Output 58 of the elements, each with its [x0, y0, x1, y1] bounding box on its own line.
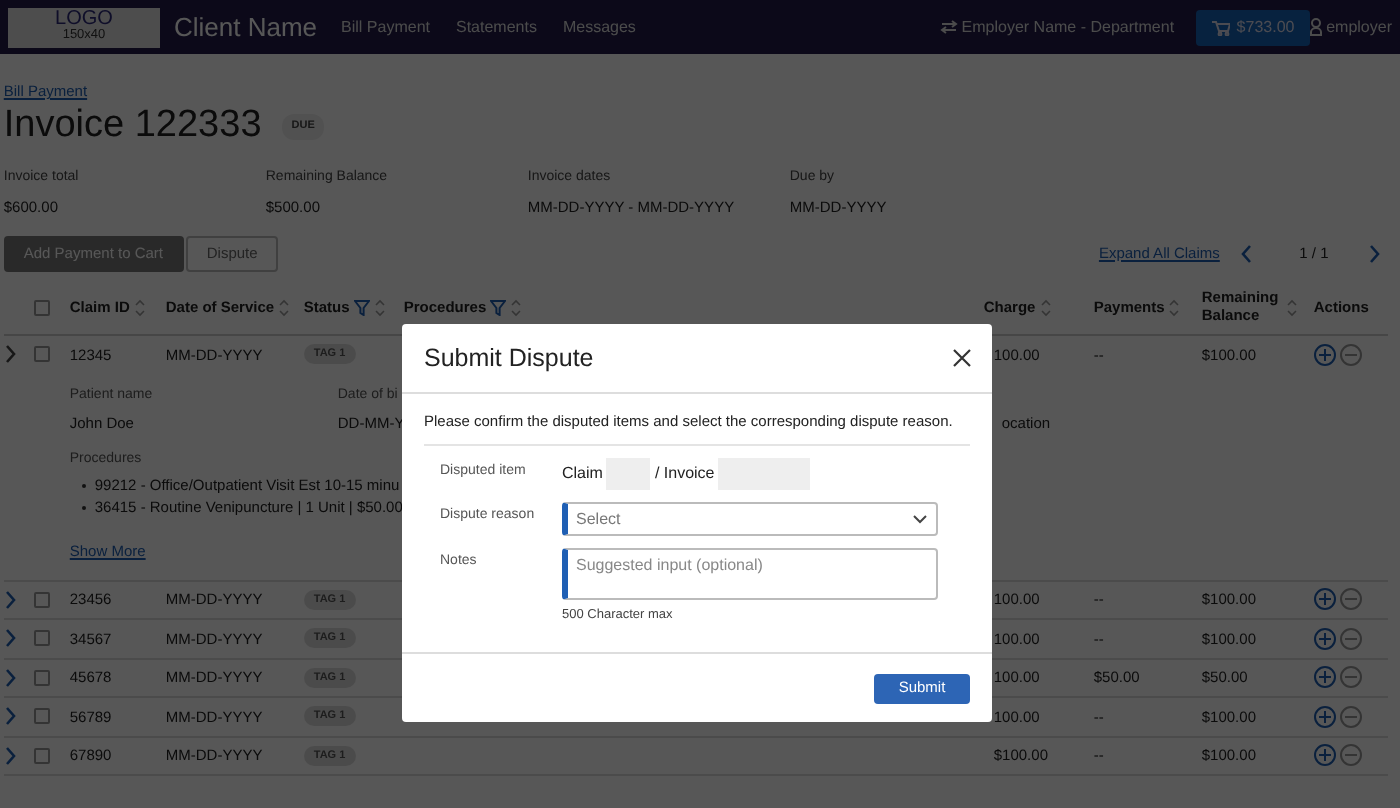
chevron-right-icon[interactable] [3, 344, 16, 365]
next-page-icon[interactable] [1368, 243, 1381, 264]
swap-arrows-icon [939, 20, 958, 34]
bullet-dot [81, 483, 87, 489]
row-checkbox[interactable] [33, 669, 50, 686]
client-name: Client Name [174, 9, 318, 46]
remove-button[interactable] [1339, 666, 1362, 689]
nav-link[interactable]: Statements [456, 15, 537, 39]
notes-field[interactable]: Suggested input (optional) [562, 548, 938, 601]
select-placeholder: Select [576, 507, 621, 532]
logo-text: LOGO [55, 10, 113, 31]
remove-button[interactable] [1339, 627, 1362, 650]
chevron-right-icon[interactable] [3, 589, 16, 610]
sort-icon[interactable] [373, 297, 386, 318]
sort-icon[interactable] [278, 297, 291, 318]
page-title: Invoice 122333 [3, 106, 262, 149]
add-button[interactable] [1313, 705, 1336, 728]
remove-button[interactable] [1339, 705, 1362, 728]
filter-icon[interactable] [490, 299, 507, 316]
sort-icon[interactable] [1285, 297, 1298, 318]
remove-button[interactable] [1339, 588, 1362, 611]
add-button[interactable] [1313, 627, 1336, 650]
cart-button[interactable]: $733.00 [1196, 9, 1311, 45]
caret-icon [912, 514, 928, 525]
add-button[interactable] [1313, 343, 1336, 366]
sort-icon[interactable] [1039, 297, 1052, 318]
add-button[interactable] [1313, 588, 1336, 611]
chevron-right-icon[interactable] [3, 628, 16, 649]
nav-link[interactable]: Messages [562, 15, 636, 39]
add-button[interactable] [1313, 666, 1336, 689]
sort-icon[interactable] [133, 297, 146, 318]
dialog-title: Submit Dispute [424, 343, 594, 373]
cart-icon [1212, 19, 1231, 35]
filter-icon[interactable] [353, 299, 370, 316]
remove-button[interactable] [1339, 343, 1362, 366]
chevron-right-icon[interactable] [3, 745, 16, 766]
remove-button[interactable] [1339, 744, 1362, 767]
sort-icon[interactable] [510, 297, 523, 318]
row-checkbox[interactable] [33, 630, 50, 647]
row-checkbox[interactable] [33, 346, 50, 363]
claim-label: Claim [562, 462, 603, 487]
row-checkbox[interactable] [33, 708, 50, 725]
select-all-checkbox[interactable] [33, 299, 50, 316]
user-name[interactable]: employer [1326, 15, 1392, 39]
previous-page-icon[interactable] [1239, 243, 1252, 264]
account-switch-link[interactable]: Employer Name - Department [961, 15, 1175, 39]
chevron-right-icon[interactable] [3, 706, 16, 727]
row-checkbox[interactable] [33, 747, 50, 764]
bullet-dot [81, 505, 87, 511]
close-icon[interactable] [952, 348, 972, 368]
dispute-reason-select[interactable]: Select [562, 502, 938, 537]
row-checkbox[interactable] [33, 591, 50, 608]
user-icon [1310, 18, 1323, 36]
sort-icon[interactable] [1168, 297, 1181, 318]
invoice-label: / Invoice [654, 462, 715, 487]
nav-link[interactable]: Bill Payment [341, 15, 430, 39]
chevron-right-icon[interactable] [3, 667, 16, 688]
add-button[interactable] [1313, 744, 1336, 767]
